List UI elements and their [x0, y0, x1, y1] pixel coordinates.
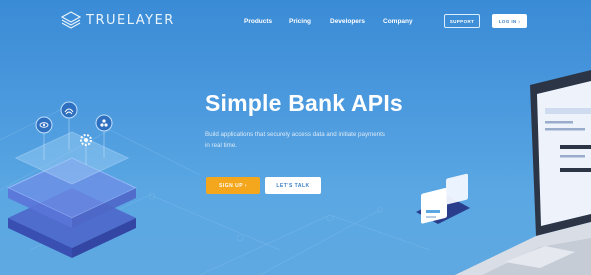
fingerprint-icon: [60, 101, 78, 119]
laptop-graphic: [455, 70, 591, 275]
recycle-icon: [95, 114, 113, 132]
nav-link-products[interactable]: Products: [244, 18, 272, 25]
brand-logo[interactable]: TRUELAYER: [61, 11, 175, 29]
eye-icon: [35, 116, 53, 134]
layers-logo-icon: [61, 11, 81, 29]
top-nav: TRUELAYER Products Pricing Developers Co…: [0, 0, 591, 40]
hero-title: Simple Bank APIs: [205, 90, 403, 116]
login-button[interactable]: LOG IN ›: [492, 14, 527, 28]
layer-stack-graphic: [6, 110, 138, 258]
nav-link-developers[interactable]: Developers: [330, 18, 365, 25]
hero-subtitle: Build applications that securely access …: [205, 131, 385, 149]
phone-cards-graphic: [416, 173, 470, 224]
lets-talk-button[interactable]: LET'S TALK: [265, 177, 321, 194]
brand-name: TRUELAYER: [86, 12, 175, 28]
landing-page: TRUELAYER Products Pricing Developers Co…: [0, 0, 591, 275]
sign-up-button[interactable]: SIGN UP ›: [206, 177, 260, 194]
nav-link-company[interactable]: Company: [383, 18, 413, 25]
support-button[interactable]: SUPPORT: [444, 14, 480, 28]
nav-link-pricing[interactable]: Pricing: [289, 18, 311, 25]
